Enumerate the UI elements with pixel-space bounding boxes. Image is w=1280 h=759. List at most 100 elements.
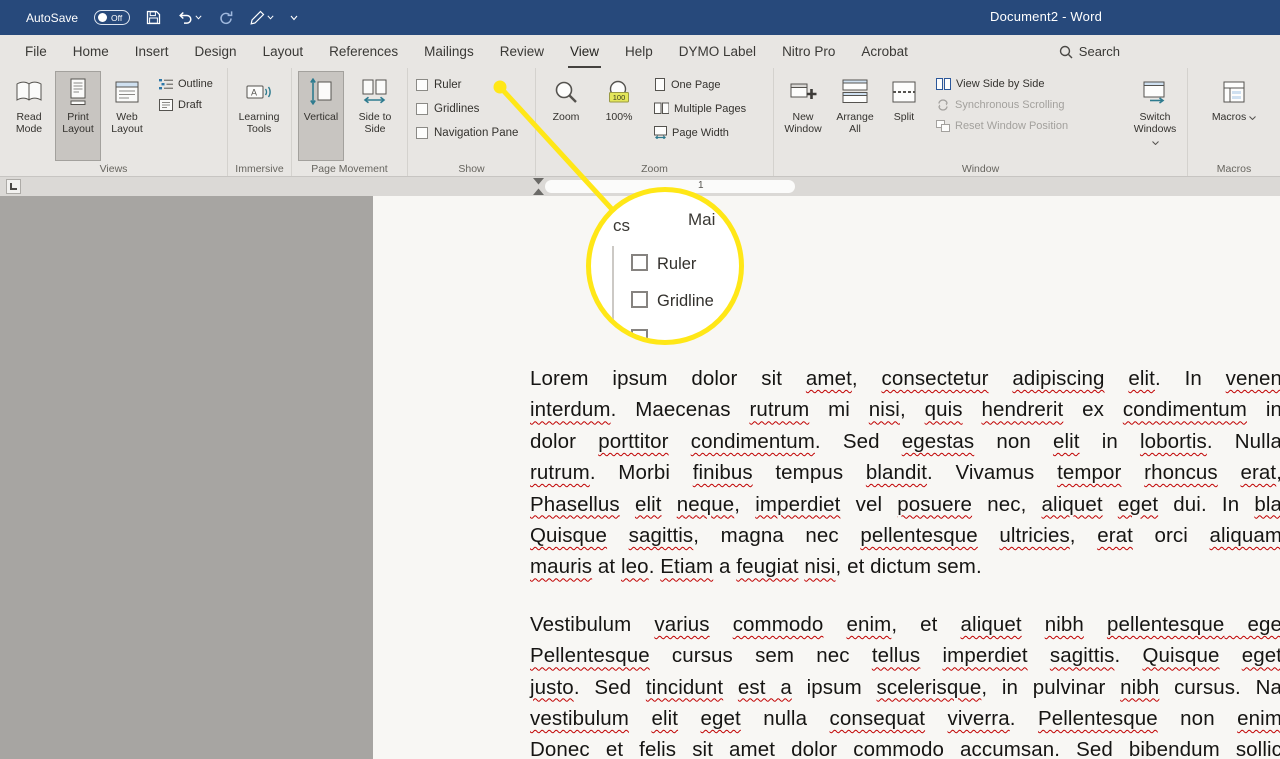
web-layout-icon — [115, 75, 139, 108]
zoom-icon — [553, 75, 579, 108]
one-page-button[interactable]: One Page — [654, 78, 721, 91]
macros-button[interactable]: Macros — [1209, 71, 1259, 161]
redo-button[interactable] — [218, 10, 234, 26]
tab-review[interactable]: Review — [487, 35, 557, 68]
group-label-show: Show — [458, 163, 485, 175]
gridlines-checkbox[interactable] — [416, 103, 428, 115]
tab-view[interactable]: View — [557, 35, 612, 68]
ribbon-tabs: File Home Insert Design Layout References Mail… — [12, 35, 921, 68]
switch-windows-button[interactable]: Switch Windows — [1129, 71, 1181, 161]
toggle-knob — [98, 13, 108, 22]
autosave-state: Off — [111, 12, 123, 23]
autosave-toggle[interactable]: Off — [94, 10, 131, 25]
ruler-checkbox[interactable] — [416, 79, 428, 91]
chevron-down-icon — [267, 15, 274, 20]
search-label: Search — [1078, 44, 1120, 59]
zoom-100-button[interactable]: 100 100% — [596, 71, 642, 161]
tab-acrobat[interactable]: Acrobat — [848, 35, 921, 68]
web-layout-button[interactable]: Web Layout — [104, 71, 150, 161]
multiple-pages-icon — [654, 102, 669, 114]
tab-references[interactable]: References — [316, 35, 411, 68]
read-mode-icon — [15, 75, 43, 108]
navigation-pane-checkbox-row[interactable]: Navigation Pane — [416, 127, 518, 139]
text-line: dolor porttitor condimentum. Sed egestas… — [530, 429, 1280, 453]
zoom-100-icon: 100 — [606, 75, 632, 108]
group-macros: Macros Macros — [1188, 68, 1280, 176]
tab-design[interactable]: Design — [182, 35, 250, 68]
reset-window-position-icon — [936, 120, 950, 132]
tab-dymo-label[interactable]: DYMO Label — [666, 35, 769, 68]
page-width-button[interactable]: Page Width — [654, 126, 729, 139]
pen-tools-button[interactable] — [250, 10, 274, 25]
document-text: Lorem ipsum dolor sit amet, consectetur … — [530, 363, 1280, 759]
ruler-checkbox-row[interactable]: Ruler — [416, 79, 461, 91]
print-layout-icon — [68, 75, 88, 108]
tab-file[interactable]: File — [12, 35, 60, 68]
learning-tools-button[interactable]: A Learning Tools — [234, 71, 284, 161]
new-window-icon — [790, 75, 817, 108]
draft-icon — [159, 99, 173, 111]
document-area: Lorem ipsum dolor sit amet, consectetur … — [0, 196, 1280, 759]
group-label-immersive: Immersive — [235, 163, 284, 175]
group-label-macros: Macros — [1216, 163, 1252, 175]
word-window: AutoSave Off Document2 - Word File Home In… — [0, 0, 1280, 759]
split-button[interactable]: Split — [884, 71, 924, 161]
text-line: Quisque sagittis, magna nec pellentesque… — [530, 524, 1280, 548]
tab-insert[interactable]: Insert — [122, 35, 182, 68]
tab-stop-icon — [10, 183, 17, 190]
indent-marker[interactable] — [533, 178, 544, 195]
page-width-icon — [654, 126, 667, 139]
read-mode-button[interactable]: Read Mode — [6, 71, 52, 161]
group-window: New Window Arrange All Split View Side b… — [774, 68, 1188, 176]
ruler-tick-label: 1 — [698, 180, 704, 191]
tab-mailings[interactable]: Mailings — [411, 35, 487, 68]
undo-button[interactable] — [177, 11, 202, 25]
switch-windows-icon — [1142, 75, 1168, 108]
autosave-label: AutoSave — [26, 10, 79, 25]
search-box[interactable]: Search — [1059, 35, 1120, 68]
chevron-down-icon — [1151, 140, 1159, 145]
vertical-button[interactable]: Vertical — [298, 71, 344, 161]
outline-button[interactable]: Outline — [159, 78, 213, 90]
text-line: justo. Sed tincidunt est a ipsum sceleri… — [530, 675, 1280, 699]
tab-stop-selector[interactable] — [6, 179, 21, 194]
side-to-side-button[interactable]: Side to Side — [352, 71, 398, 161]
arrange-all-button[interactable]: Arrange All — [830, 71, 880, 161]
svg-text:A: A — [251, 87, 257, 97]
view-side-by-side-icon — [936, 78, 951, 90]
navigation-pane-checkbox[interactable] — [416, 127, 428, 139]
tab-nitro-pro[interactable]: Nitro Pro — [769, 35, 848, 68]
ribbon: Read Mode Print Layout Web Layout Outlin… — [0, 68, 1280, 177]
paragraph: Lorem ipsum dolor sit amet, consectetur … — [530, 363, 1280, 583]
multiple-pages-button[interactable]: Multiple Pages — [654, 102, 746, 115]
text-line: Pellentesque cursus sem nec tellus imper… — [530, 644, 1280, 668]
split-icon — [892, 75, 916, 108]
document-page[interactable]: Lorem ipsum dolor sit amet, consectetur … — [373, 196, 1280, 759]
group-label-zoom: Zoom — [641, 163, 668, 175]
gridlines-checkbox-row[interactable]: Gridlines — [416, 103, 479, 115]
tab-home[interactable]: Home — [60, 35, 122, 68]
print-layout-button[interactable]: Print Layout — [55, 71, 101, 161]
text-line: mauris at leo. Etiam a feugiat nisi, et … — [530, 555, 982, 579]
svg-text:100: 100 — [613, 93, 626, 102]
chevron-down-icon — [1249, 116, 1257, 121]
group-label-page-movement: Page Movement — [311, 163, 388, 175]
group-zoom: Zoom 100 100% One Page Multiple Pages Pa… — [536, 68, 774, 176]
tab-help[interactable]: Help — [612, 35, 666, 68]
ribbon-tab-row: File Home Insert Design Layout References Mail… — [0, 35, 1280, 68]
zoom-button[interactable]: Zoom — [542, 71, 590, 161]
save-button[interactable] — [146, 10, 161, 25]
title-bar: AutoSave Off Document2 - Word — [0, 0, 1280, 35]
group-label-views: Views — [99, 163, 128, 175]
window-title: Document2 - Word — [990, 9, 1103, 24]
text-line: vestibulum elit eget nulla consequat viv… — [530, 707, 1280, 731]
text-line: Vestibulum varius commodo enim, et aliqu… — [530, 612, 1280, 636]
tab-layout[interactable]: Layout — [250, 35, 317, 68]
draft-button[interactable]: Draft — [159, 99, 202, 111]
one-page-icon — [655, 78, 665, 91]
quick-access-menu-button[interactable] — [290, 15, 298, 21]
view-side-by-side-button[interactable]: View Side by Side — [936, 78, 1044, 90]
new-window-button[interactable]: New Window — [780, 71, 826, 161]
learning-tools-icon: A — [246, 75, 273, 108]
vertical-icon — [310, 75, 332, 108]
